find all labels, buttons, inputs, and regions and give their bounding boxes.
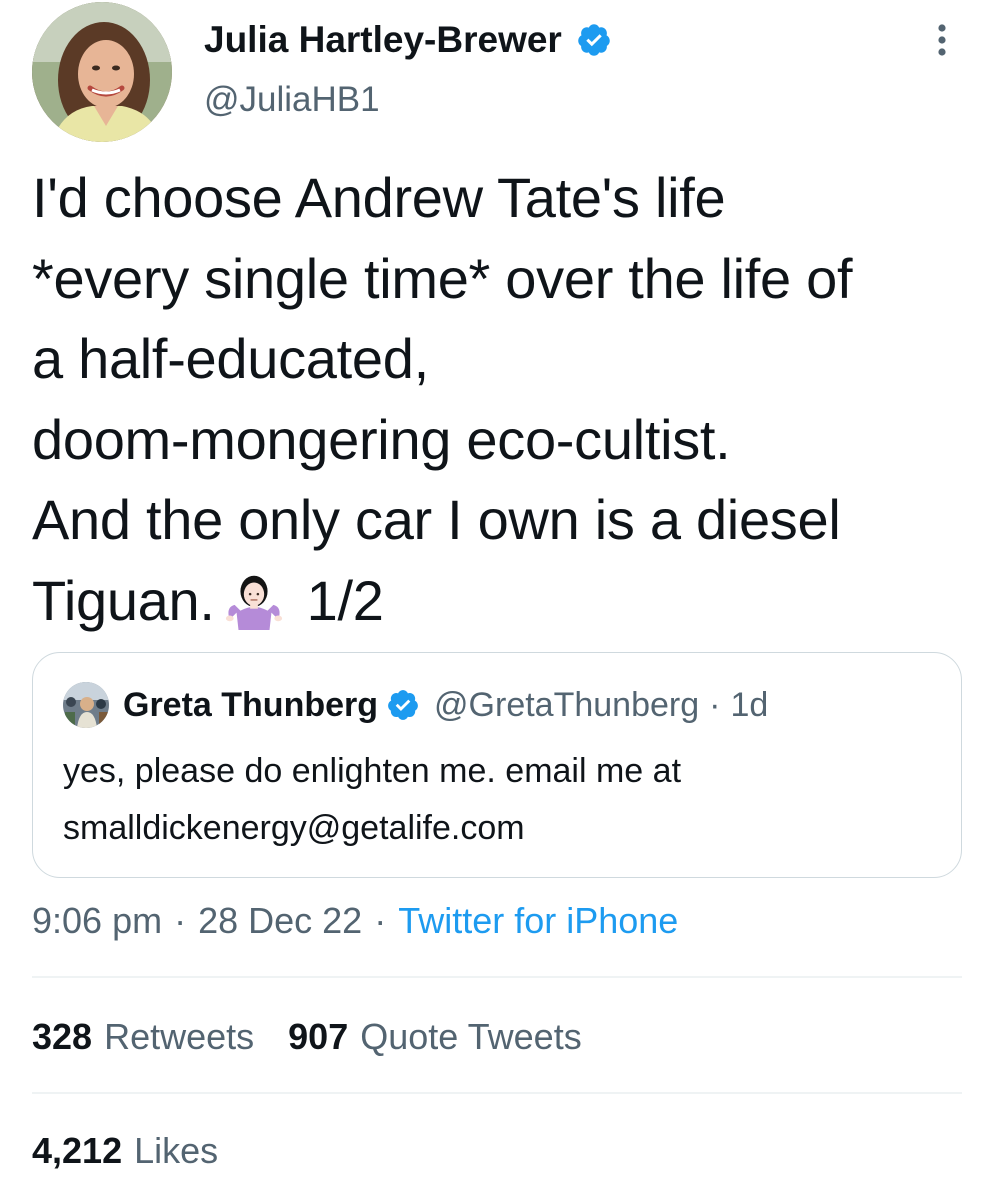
- quoted-author-handle[interactable]: @GretaThunberg: [434, 686, 699, 725]
- tweet-date[interactable]: 28 Dec 22: [198, 900, 362, 942]
- separator-dot: ·: [174, 900, 187, 941]
- author-display-name[interactable]: Julia Hartley-Brewer: [204, 16, 562, 64]
- tweet-text-line: Tiguan.: [32, 568, 215, 632]
- more-options-button[interactable]: [922, 20, 962, 60]
- quote-tweets-label: Quote Tweets: [360, 1016, 582, 1057]
- divider: [32, 1092, 962, 1094]
- likes-stat[interactable]: 4,212 Likes: [32, 1130, 218, 1172]
- quoted-tweet-card[interactable]: Greta Thunberg @GretaThunberg · 1d yes, …: [32, 652, 962, 878]
- retweets-label: Retweets: [104, 1016, 255, 1057]
- separator-dot: ·: [374, 900, 387, 941]
- likes-label: Likes: [134, 1130, 219, 1171]
- quoted-tweet-text: yes, please do enlighten me. email me at…: [63, 743, 923, 857]
- quoted-author-display-name[interactable]: Greta Thunberg: [123, 686, 378, 725]
- likes-stats: 4,212 Likes: [32, 1127, 252, 1175]
- quoted-author-avatar[interactable]: [63, 682, 109, 728]
- retweets-count: 328: [32, 1016, 93, 1057]
- tweet-text: I'd choose Andrew Tate's life *every sin…: [32, 158, 972, 641]
- tweet-text-line: And the only car I own is a diesel: [32, 488, 841, 551]
- verified-badge-icon: [578, 24, 610, 56]
- quote-tweets-stat[interactable]: 907 Quote Tweets: [288, 1016, 582, 1058]
- quoted-tweet-header: Greta Thunberg @GretaThunberg · 1d: [63, 682, 768, 728]
- likes-count: 4,212: [32, 1130, 123, 1171]
- separator-dot: ·: [709, 685, 721, 724]
- tweet-text-line: *every single time* over the life of: [32, 246, 853, 310]
- retweets-stat[interactable]: 328 Retweets: [32, 1016, 254, 1058]
- author-name-row[interactable]: Julia Hartley-Brewer: [204, 16, 612, 64]
- tweet-text-line: I'd choose Andrew Tate's life: [32, 166, 726, 229]
- tweet-text-line: doom-mongering eco-cultist.: [32, 407, 731, 471]
- quoted-tweet-text-line: smalldickenergy@getalife.com: [63, 809, 525, 847]
- quoted-tweet-time[interactable]: 1d: [730, 686, 768, 725]
- tweet-text-line: a half-educated,: [32, 327, 429, 390]
- quote-tweets-count: 907: [288, 1016, 349, 1057]
- divider: [32, 976, 962, 978]
- tweet-text-line: 1/2: [306, 568, 384, 632]
- tweet-detail: Julia Hartley-Brewer @JuliaHB1 I'd choos…: [0, 0, 994, 1200]
- tweet-meta: 9:06 pm · 28 Dec 22 · Twitter for iPhone: [32, 896, 678, 946]
- author-avatar[interactable]: [32, 2, 172, 142]
- verified-badge-icon: [388, 690, 418, 720]
- tweet-time[interactable]: 9:06 pm: [32, 900, 162, 942]
- more-vertical-icon: [938, 24, 946, 56]
- quoted-tweet-text-line: yes, please do enlighten me. email me at: [63, 752, 682, 790]
- person-shrugging-emoji-icon: [225, 575, 282, 630]
- author-handle[interactable]: @JuliaHB1: [204, 78, 380, 122]
- engagement-stats: 328 Retweets 907 Quote Tweets: [32, 1013, 616, 1061]
- tweet-source-link[interactable]: Twitter for iPhone: [398, 900, 678, 942]
